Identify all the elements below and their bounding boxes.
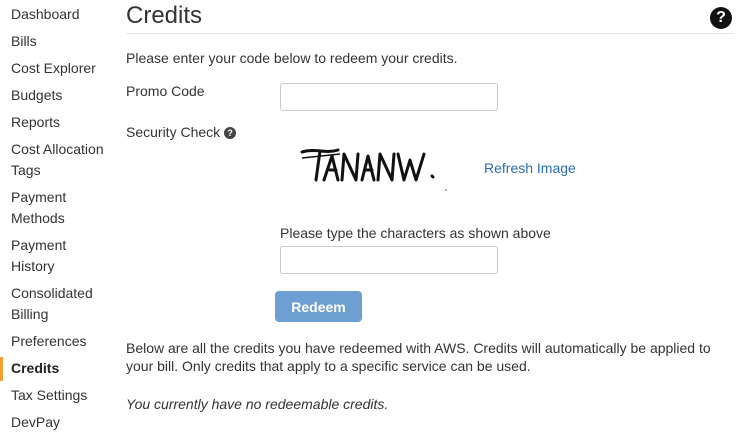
promo-code-label: Promo Code: [126, 83, 205, 99]
sidebar-item-preferences[interactable]: Preferences: [11, 331, 86, 352]
active-indicator: [0, 357, 3, 381]
sidebar-item-consolidated-billing[interactable]: Consolidated: [11, 283, 93, 304]
sidebar-item-bills[interactable]: Bills: [11, 31, 37, 52]
intro-text: Please enter your code below to redeem y…: [126, 50, 458, 66]
sidebar-item-payment-history-line2[interactable]: History: [11, 256, 55, 277]
sidebar-item-cost-allocation-tags-line2[interactable]: Tags: [11, 160, 41, 181]
sidebar-nav: Dashboard Bills Cost Explorer Budgets Re…: [0, 0, 112, 444]
sidebar-item-cost-allocation-tags[interactable]: Cost Allocation: [11, 139, 104, 160]
question-circle-icon[interactable]: ?: [224, 127, 237, 139]
sidebar-item-cost-explorer[interactable]: Cost Explorer: [11, 58, 96, 79]
sidebar-item-devpay[interactable]: DevPay: [11, 412, 60, 433]
sidebar-item-budgets[interactable]: Budgets: [11, 85, 62, 106]
refresh-image-link[interactable]: Refresh Image: [484, 160, 576, 176]
page-title: Credits: [126, 2, 203, 29]
sidebar-item-tax-settings[interactable]: Tax Settings: [11, 385, 87, 406]
captcha-input[interactable]: [280, 246, 498, 274]
security-check-text: Security Check: [126, 124, 221, 140]
captcha-image: [300, 148, 447, 191]
no-credits-message: You currently have no redeemable credits…: [126, 396, 389, 412]
credits-info-text: Below are all the credits you have redee…: [126, 340, 711, 374]
sidebar-item-credits[interactable]: Credits: [11, 358, 59, 379]
title-divider: [126, 33, 734, 34]
sidebar-item-payment-methods[interactable]: Payment: [11, 187, 66, 208]
captcha-prompt: Please type the characters as shown abov…: [280, 225, 551, 241]
sidebar-item-reports[interactable]: Reports: [11, 112, 60, 133]
question-circle-icon[interactable]: ?: [710, 7, 732, 29]
sidebar-item-consolidated-billing-line2[interactable]: Billing: [11, 304, 48, 325]
sidebar-item-payment-methods-line2[interactable]: Methods: [11, 208, 65, 229]
security-check-label: Security Check?: [126, 124, 237, 140]
redeem-button[interactable]: Redeem: [275, 291, 362, 322]
sidebar-item-dashboard[interactable]: Dashboard: [11, 4, 80, 25]
sidebar-item-payment-history[interactable]: Payment: [11, 235, 66, 256]
promo-code-input[interactable]: [280, 83, 498, 111]
